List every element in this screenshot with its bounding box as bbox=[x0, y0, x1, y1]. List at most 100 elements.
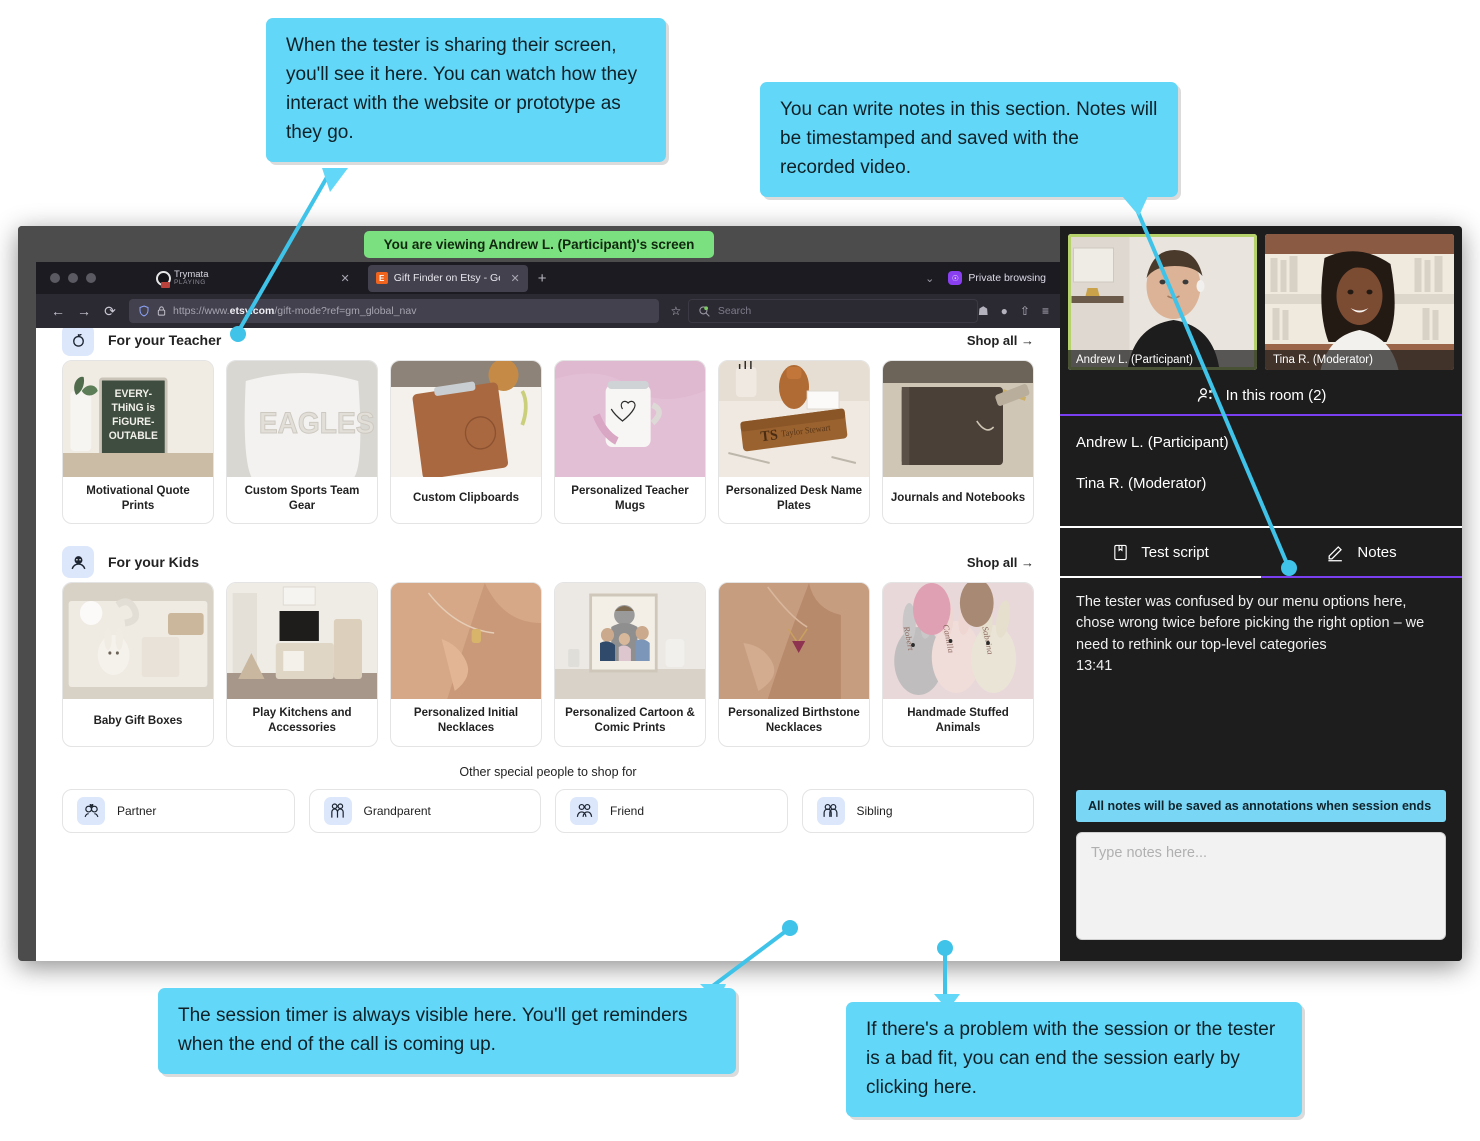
person-label: Friend bbox=[610, 803, 645, 818]
trymata-recording-indicator: Trymata PLAYING bbox=[156, 270, 208, 288]
product-label: Handmade Stuffed Animals bbox=[907, 707, 1009, 735]
tab-notes[interactable]: Notes bbox=[1261, 528, 1462, 578]
person-label: Partner bbox=[117, 803, 157, 818]
browser-tabstrip: Trymata PLAYING ✕ E Gift Finder on Etsy … bbox=[36, 262, 1060, 294]
person-card-sibling[interactable]: Sibling bbox=[801, 788, 1034, 833]
lock-icon bbox=[157, 306, 166, 316]
pencil-icon bbox=[1328, 545, 1343, 561]
browser-tab-title: Gift Finder on Etsy - Get Perfec bbox=[393, 272, 501, 284]
etsy-page: For your Teacher Shop all → EVERY- THiNG… bbox=[36, 328, 1060, 961]
product-card[interactable]: Personalized Initial Necklaces bbox=[390, 582, 542, 747]
toolbar-icons: ☗ ● ⇧ ≡ bbox=[978, 304, 1051, 318]
product-card[interactable]: Journals and Notebooks bbox=[882, 360, 1034, 525]
section-title: For your Teacher bbox=[108, 332, 222, 348]
room-header: In this room (2) bbox=[1060, 376, 1462, 416]
notes-footer: All notes will be saved as annotations w… bbox=[1060, 790, 1462, 961]
window-controls[interactable] bbox=[50, 273, 96, 283]
product-card[interactable]: TS Taylor Stewart Personalized Desk Name… bbox=[718, 360, 870, 525]
minimize-window-dot[interactable] bbox=[68, 273, 78, 283]
private-browsing-label: Private browsing bbox=[968, 272, 1046, 284]
close-trymata-tab-icon[interactable]: ✕ bbox=[340, 272, 349, 285]
shop-all-link-teacher[interactable]: Shop all → bbox=[967, 333, 1034, 348]
product-image bbox=[555, 583, 705, 700]
sibling-icon bbox=[816, 796, 845, 825]
grandparent-icon bbox=[323, 796, 352, 825]
participant-roster: Andrew L. (Participant) Tina R. (Moderat… bbox=[1060, 416, 1462, 526]
tab-test-script[interactable]: Test script bbox=[1060, 528, 1261, 578]
svg-text:FiGURE-: FiGURE- bbox=[112, 416, 155, 428]
add-person-icon bbox=[1197, 388, 1212, 402]
product-card[interactable]: EVERY- THiNG is FiGURE- OUTABLE Motivation… bbox=[62, 360, 214, 525]
trymata-status: PLAYING bbox=[174, 278, 206, 286]
apple-icon bbox=[62, 328, 94, 356]
product-label: Play Kitchens and Accessories bbox=[252, 707, 352, 735]
callout-notes: You can write notes in this section. Not… bbox=[760, 82, 1178, 197]
close-window-dot[interactable] bbox=[50, 273, 60, 283]
browser-search-box[interactable]: Search bbox=[687, 299, 978, 323]
product-label: Personalized Teacher Mugs bbox=[571, 485, 689, 512]
new-tab-button[interactable]: + bbox=[538, 270, 547, 287]
pocket-icon[interactable]: ☗ bbox=[978, 304, 989, 318]
callout-end-session: If there's a problem with the session or… bbox=[846, 1002, 1302, 1117]
section-header-teacher: For your Teacher Shop all → bbox=[36, 328, 1060, 360]
product-image: EAGLES bbox=[227, 361, 377, 477]
roster-item: Tina R. (Moderator) bbox=[1076, 475, 1207, 492]
video-name-label: Andrew L. (Participant) bbox=[1068, 350, 1257, 370]
svg-text:TS: TS bbox=[760, 427, 779, 446]
callout-screen-share: When the tester is sharing their screen,… bbox=[266, 18, 666, 162]
product-label: Custom Sports Team Gear bbox=[244, 485, 360, 512]
private-mask-icon: ☉ bbox=[948, 271, 963, 285]
roster-item: Andrew L. (Participant) bbox=[1076, 434, 1229, 451]
video-tile-moderator[interactable]: Tina R. (Moderator) bbox=[1265, 234, 1454, 370]
friend-icon bbox=[570, 796, 598, 825]
product-label: Personalized Desk Name Plates bbox=[725, 485, 863, 512]
share-icon[interactable]: ⇧ bbox=[1020, 304, 1030, 318]
note-timestamp: 13:41 bbox=[1076, 658, 1113, 675]
product-card[interactable]: Personalized Birthstone Necklaces bbox=[718, 582, 870, 747]
product-card[interactable]: Personalized Teacher Mugs bbox=[554, 360, 706, 525]
close-tab-icon[interactable]: ✕ bbox=[510, 272, 519, 285]
notes-input[interactable] bbox=[1076, 832, 1446, 940]
browser-tab-etsy[interactable]: E Gift Finder on Etsy - Get Perfec ✕ bbox=[367, 264, 528, 292]
shield-icon bbox=[139, 305, 149, 317]
product-image bbox=[63, 583, 213, 700]
sidebar-tabs: Test script Notes bbox=[1060, 526, 1462, 578]
script-icon bbox=[1114, 544, 1127, 560]
section-header-kids: For your Kids Shop all → bbox=[36, 542, 1060, 582]
product-image: TS Taylor Stewart bbox=[719, 361, 869, 477]
product-card[interactable]: Robert Camilla Sabrina Handmade Stuffed … bbox=[882, 582, 1034, 747]
menu-icon[interactable]: ≡ bbox=[1042, 304, 1049, 318]
svg-text:EAGLES: EAGLES bbox=[259, 407, 375, 440]
shared-browser: Trymata PLAYING ✕ E Gift Finder on Etsy … bbox=[36, 262, 1060, 961]
person-card-grandparent[interactable]: Grandparent bbox=[308, 788, 541, 833]
product-card[interactable]: Play Kitchens and Accessories bbox=[226, 582, 378, 747]
product-card[interactable]: Personalized Cartoon & Comic Prints bbox=[554, 582, 706, 747]
bookmark-star-icon[interactable]: ☆ bbox=[664, 304, 688, 318]
product-card[interactable]: EAGLES Custom Sports Team Gear bbox=[226, 360, 378, 525]
screen-share-bar: You are viewing Andrew L. (Participant)'… bbox=[18, 226, 1060, 262]
back-button[interactable]: ← bbox=[45, 303, 71, 319]
person-card-partner[interactable]: Partner bbox=[62, 788, 295, 833]
product-card[interactable]: Custom Clipboards bbox=[390, 360, 542, 525]
forward-button[interactable]: → bbox=[71, 303, 97, 319]
product-card[interactable]: Baby Gift Boxes bbox=[62, 582, 214, 747]
shop-all-link-kids[interactable]: Shop all → bbox=[967, 555, 1034, 570]
chevron-down-icon[interactable]: ⌄ bbox=[925, 272, 934, 285]
person-card-friend[interactable]: Friend bbox=[555, 788, 788, 833]
card-grid-teacher: EVERY- THiNG is FiGURE- OUTABLE Motivation… bbox=[36, 360, 1060, 525]
child-icon bbox=[62, 546, 94, 579]
maximize-window-dot[interactable] bbox=[86, 273, 96, 283]
video-tiles: Andrew L. (Participant) Tina R. (Moderat… bbox=[1060, 226, 1462, 376]
account-icon[interactable]: ● bbox=[1001, 304, 1008, 318]
video-tile-participant[interactable]: Andrew L. (Participant) bbox=[1068, 234, 1257, 370]
card-grid-kids: Baby Gift Boxes Play Kitchens and Access… bbox=[36, 582, 1060, 747]
video-name-label: Tina R. (Moderator) bbox=[1265, 350, 1454, 370]
search-icon bbox=[699, 305, 710, 317]
session-window: You are viewing Andrew L. (Participant)'… bbox=[18, 226, 1462, 961]
private-browsing-indicator: ☉ Private browsing bbox=[948, 271, 1046, 285]
reload-button[interactable]: ⟳ bbox=[97, 303, 123, 320]
etsy-favicon-icon: E bbox=[375, 272, 388, 284]
tab-label: Notes bbox=[1357, 543, 1397, 561]
address-bar[interactable]: https://www.etsy.com/gift-mode?ref=gm_gl… bbox=[129, 299, 659, 323]
share-banner: You are viewing Andrew L. (Participant)'… bbox=[363, 230, 715, 258]
